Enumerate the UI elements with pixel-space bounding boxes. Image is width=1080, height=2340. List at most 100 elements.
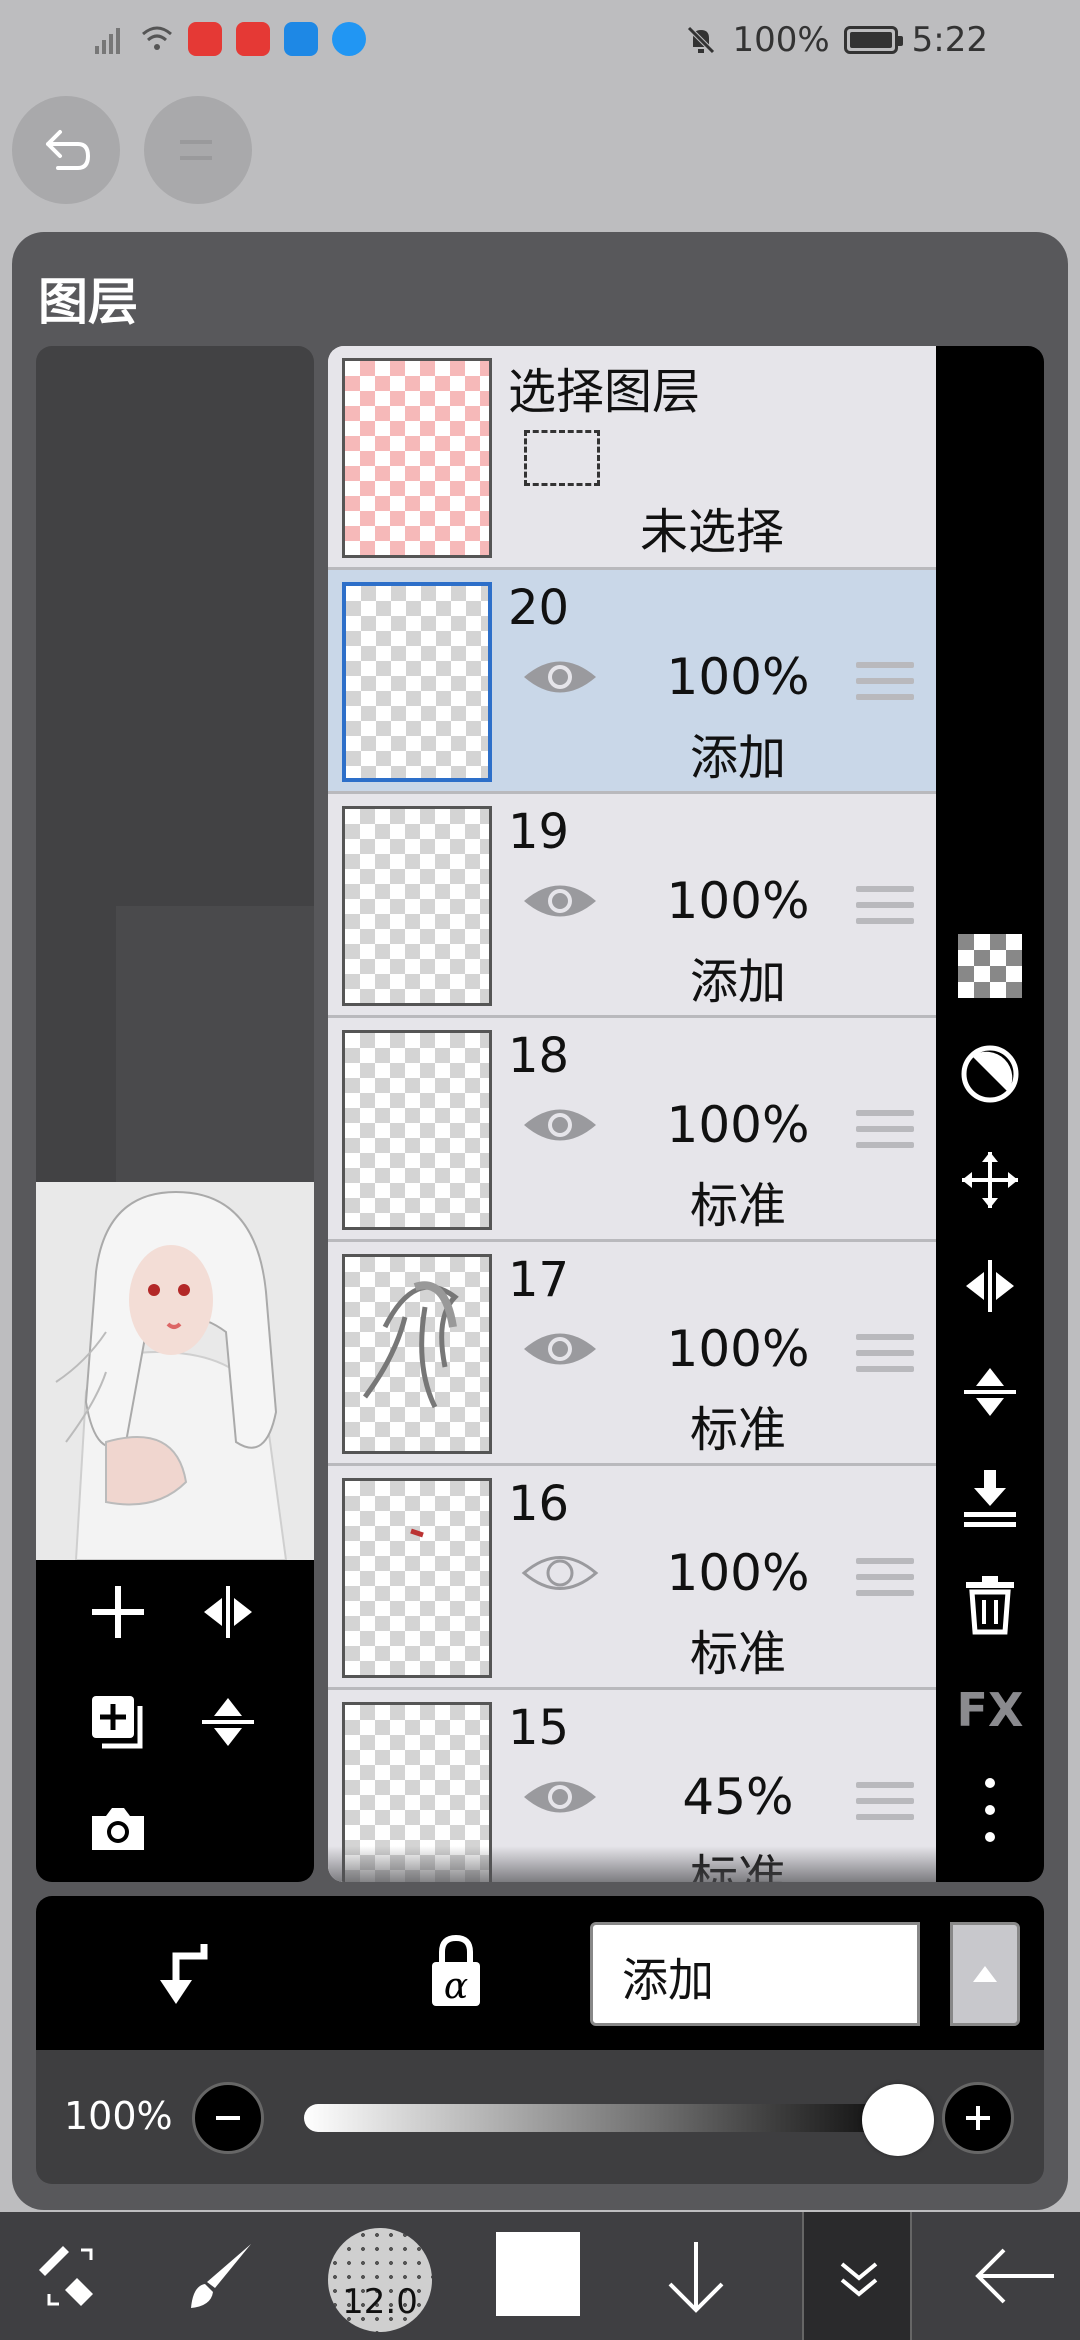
layer-opacity: 45% xyxy=(682,1768,794,1826)
flip-vertical-button[interactable] xyxy=(946,1352,1034,1432)
layer-down-button[interactable] xyxy=(646,2212,746,2340)
redo-button[interactable] xyxy=(144,96,252,204)
flip-horizontal-icon xyxy=(966,1260,1014,1312)
back-button[interactable] xyxy=(960,2212,1070,2340)
undo-button[interactable] xyxy=(12,96,120,204)
drag-handle-icon[interactable] xyxy=(856,662,914,706)
layer-opacity: 100% xyxy=(666,872,810,930)
alpha-lock-icon: α xyxy=(432,1934,480,2007)
layer-number: 17 xyxy=(508,1252,570,1308)
layer-thumbnail xyxy=(342,1254,492,1454)
merge-down-button[interactable] xyxy=(946,1458,1034,1538)
layer-number: 18 xyxy=(508,1028,570,1084)
drag-handle-icon[interactable] xyxy=(856,1782,914,1826)
weather-icon xyxy=(284,22,318,56)
move-arrows-icon xyxy=(962,1152,1018,1208)
pen-eraser-icon xyxy=(39,2246,93,2306)
alpha-lock-button[interactable]: α xyxy=(414,1930,498,2014)
clipping-button[interactable] xyxy=(946,1034,1034,1114)
fx-button[interactable]: FX xyxy=(946,1670,1034,1750)
transparency-button[interactable] xyxy=(946,926,1034,1006)
canvas-area xyxy=(116,906,314,1186)
selection-layer-thumbnail xyxy=(342,358,492,558)
merge-down-icon xyxy=(964,1470,1016,1527)
eye-icon[interactable] xyxy=(520,1100,600,1150)
layer-list[interactable]: 选择图层 未选择 20 100% 添加 19 100% 添加 18 100% 标… xyxy=(328,346,936,1882)
drag-handle-icon[interactable] xyxy=(856,886,914,930)
clip-button[interactable] xyxy=(146,1934,226,2014)
battery-icon xyxy=(843,26,903,54)
arrow-down-icon xyxy=(668,2242,724,2313)
clock: 5:22 xyxy=(911,20,988,60)
eye-icon[interactable] xyxy=(520,1324,600,1374)
layer-row[interactable]: 18 100% 标准 xyxy=(328,1018,936,1242)
browser-icon xyxy=(332,22,366,56)
status-bar: 100% 5:22 xyxy=(0,0,1080,86)
drag-handle-icon[interactable] xyxy=(856,1558,914,1602)
layer-row[interactable]: 17 100% 标准 xyxy=(328,1242,936,1466)
layer-row[interactable]: 20 100% 添加 xyxy=(328,570,936,794)
eye-icon[interactable] xyxy=(520,876,600,926)
layers-tab-button[interactable] xyxy=(802,2212,912,2340)
layer-blend-mode: 标准 xyxy=(689,1402,786,1458)
panel-title: 图层 xyxy=(38,273,138,331)
layer-opacity: 100% xyxy=(666,648,810,706)
plus-icon xyxy=(92,1586,144,1638)
blend-mode-dropdown-button[interactable] xyxy=(950,1922,1020,2026)
brush-icon xyxy=(191,2244,251,2308)
layer-blend-mode: 添加 xyxy=(689,730,786,786)
clip-arrow-icon xyxy=(160,1944,208,2004)
undo-icon xyxy=(46,130,90,170)
blend-mode-value: 添加 xyxy=(622,1953,714,2007)
camera-icon xyxy=(92,1808,144,1850)
flip-vertical-icon xyxy=(202,1698,254,1746)
drag-handle-icon[interactable] xyxy=(856,1110,914,1154)
opacity-decrease-button[interactable] xyxy=(192,2082,264,2154)
layer-number: 15 xyxy=(508,1700,570,1756)
selection-layer-title: 选择图层 xyxy=(508,364,701,420)
wifi-icon xyxy=(142,26,172,50)
tool-switch-button[interactable] xyxy=(14,2212,124,2340)
add-layer-button[interactable] xyxy=(80,1574,156,1650)
mark-sketch xyxy=(410,1528,424,1538)
opacity-slider-knob[interactable] xyxy=(862,2084,934,2156)
selection-layer-row[interactable]: 选择图层 未选择 xyxy=(328,346,936,570)
selection-marquee-icon xyxy=(524,430,600,486)
flip-horizontal-icon xyxy=(204,1586,252,1638)
trash-icon xyxy=(966,1576,1014,1635)
more-button[interactable] xyxy=(946,1770,1034,1850)
flip-vertical-icon xyxy=(964,1368,1016,1416)
color-swatch[interactable] xyxy=(496,2232,580,2316)
huawei-app-icon xyxy=(188,22,222,56)
layer-opacity: 100% xyxy=(666,1320,810,1378)
camera-button[interactable] xyxy=(80,1790,156,1866)
layer-thumbnail xyxy=(342,582,492,782)
opacity-increase-button[interactable] xyxy=(942,2082,1014,2154)
flip-vertical-button[interactable] xyxy=(190,1684,266,1760)
layer-opacity: 100% xyxy=(666,1544,810,1602)
plus-icon xyxy=(966,2106,990,2130)
right-tools: FX xyxy=(936,346,1044,1882)
status-icons xyxy=(92,22,366,56)
layer-row[interactable]: 16 100% 标准 xyxy=(328,1466,936,1690)
eye-icon[interactable] xyxy=(520,1772,600,1822)
layer-blend-mode: 添加 xyxy=(689,954,786,1010)
layer-thumbnail xyxy=(342,806,492,1006)
flip-horizontal-button[interactable] xyxy=(190,1574,266,1650)
eye-hidden-icon[interactable] xyxy=(520,1548,600,1598)
eye-icon[interactable] xyxy=(520,652,600,702)
svg-text:α: α xyxy=(444,1966,468,2007)
battery-text: 100% xyxy=(732,20,830,60)
opacity-slider-track[interactable] xyxy=(304,2104,924,2132)
checkerboard-icon xyxy=(958,934,1022,998)
delete-layer-button[interactable] xyxy=(946,1564,1034,1644)
signal-icon xyxy=(95,28,120,54)
opacity-label: 100% xyxy=(64,2094,173,2138)
flip-horizontal-button[interactable] xyxy=(946,1246,1034,1326)
duplicate-layer-button[interactable] xyxy=(80,1684,156,1760)
move-button[interactable] xyxy=(946,1140,1034,1220)
drag-handle-icon[interactable] xyxy=(856,1334,914,1378)
brush-button[interactable] xyxy=(166,2212,276,2340)
canvas-preview[interactable] xyxy=(36,1182,314,1560)
layer-row[interactable]: 19 100% 添加 xyxy=(328,794,936,1018)
